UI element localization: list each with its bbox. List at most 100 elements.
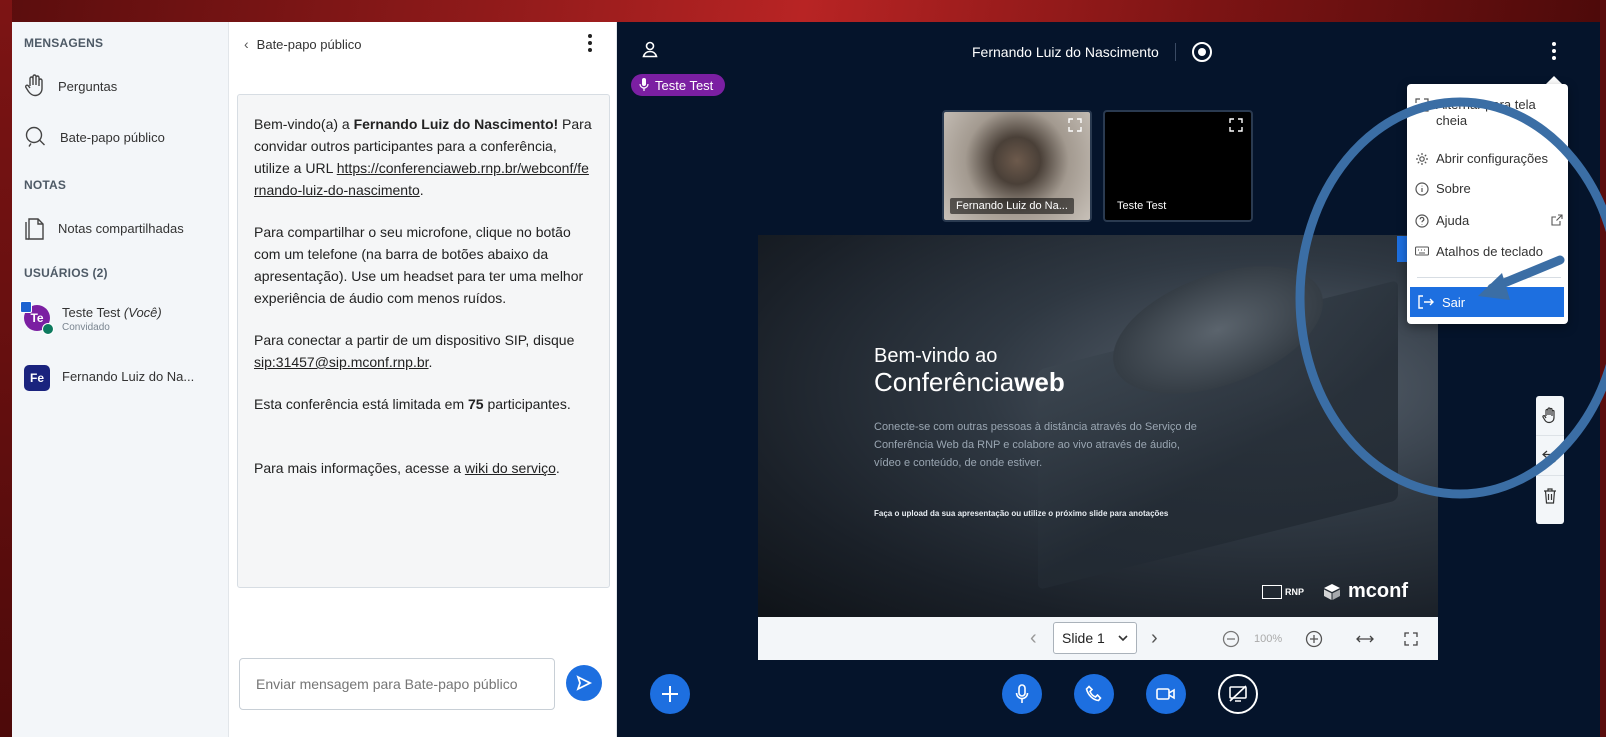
user-row-fernando[interactable]: Fe Fernando Luiz do Na...: [24, 365, 210, 391]
welcome-message: Bem-vindo(a) a Fernando Luiz do Nascimen…: [237, 94, 610, 588]
hand-tool-icon[interactable]: [1536, 396, 1564, 436]
sidebar-item-label: Notas compartilhadas: [58, 220, 184, 236]
video-tile-teste[interactable]: Teste Test: [1103, 110, 1253, 222]
user-row-teste[interactable]: Te Teste Test (Você) Convidado: [20, 301, 210, 335]
users-section-title: USUÁRIOS (2): [24, 266, 108, 280]
messages-section-title: MENSAGENS: [24, 36, 104, 50]
video-label: Teste Test: [1117, 200, 1167, 212]
microphone-icon: [1015, 684, 1029, 703]
user-name: Teste Test (Você): [62, 305, 162, 320]
fullscreen-icon: [1415, 98, 1429, 112]
background-right-edge: [1600, 0, 1606, 737]
welcome-p3: Para conectar a partir de um dispositivo…: [254, 332, 575, 370]
exit-icon: [1418, 295, 1434, 309]
chat-message-input[interactable]: [239, 658, 555, 710]
fit-width-icon[interactable]: [1356, 634, 1374, 644]
raised-hand-icon: [25, 74, 43, 97]
menu-divider: [1417, 277, 1561, 278]
camera-button[interactable]: [1146, 674, 1186, 714]
menu-item-settings[interactable]: Abrir configurações: [1415, 151, 1548, 167]
zoom-in-icon[interactable]: [1305, 630, 1323, 648]
expand-icon[interactable]: [1068, 118, 1082, 132]
mconf-logo: mconf: [1322, 580, 1408, 603]
background-left-edge: [0, 0, 12, 737]
screen-share-off-icon: [1229, 685, 1247, 702]
slide-logos: RNP mconf: [1261, 580, 1408, 603]
video-camera-icon: [1156, 688, 1175, 700]
slide-note-text: Faça o upload da sua apresentação ou uti…: [874, 509, 1169, 518]
welcome-p2: Para compartilhar o seu microfone, cliqu…: [254, 224, 584, 306]
menu-item-fullscreen[interactable]: Alternar para tela cheia: [1415, 97, 1555, 129]
avatar: Te: [20, 301, 54, 335]
recording-icon[interactable]: [1191, 42, 1212, 62]
gear-icon: [1416, 153, 1428, 165]
welcome-p5: Para mais informações, acesse a wiki do …: [254, 460, 560, 476]
microphone-button[interactable]: [1002, 674, 1042, 714]
expand-icon[interactable]: [1229, 118, 1243, 132]
slide-select[interactable]: Slide 1: [1053, 622, 1137, 654]
microphone-icon: [639, 78, 649, 91]
slide-heading: Bem-vindo ao: [874, 345, 998, 367]
external-link-icon: [1551, 214, 1563, 226]
chat-back-button[interactable]: ‹ Bate-papo público: [244, 36, 361, 52]
send-message-button[interactable]: [566, 665, 602, 701]
chat-bubble-icon: [25, 126, 45, 147]
menu-item-about[interactable]: Sobre: [1415, 181, 1471, 197]
sidebar-item-label: Perguntas: [58, 78, 118, 94]
chevron-left-icon: ‹: [244, 36, 249, 52]
video-label: Fernando Luiz do Na...: [950, 198, 1074, 214]
undo-icon[interactable]: [1536, 436, 1564, 476]
background-top-banner: [0, 0, 1606, 22]
user-list-toggle-icon[interactable]: [641, 40, 659, 58]
menu-item-sair[interactable]: Sair: [1410, 287, 1564, 317]
presentation-slide: Bem-vindo ao Conferênciaweb Conecte-se c…: [758, 235, 1438, 617]
chevron-down-icon: [1118, 635, 1128, 642]
plus-icon: [662, 686, 678, 702]
options-dropdown-menu: Alternar para tela cheia Abrir configura…: [1407, 84, 1568, 324]
talking-indicator: Teste Test: [631, 74, 726, 96]
slide-controls: ‹ Slide 1 › 100%: [758, 617, 1438, 660]
next-slide-button[interactable]: ›: [1151, 627, 1158, 650]
mic-status-icon: [42, 323, 54, 335]
info-icon: [1415, 182, 1429, 196]
zoom-out-icon[interactable]: [1222, 630, 1240, 648]
rnp-logo: RNP: [1261, 584, 1304, 599]
sidebar-item-label: Bate-papo público: [60, 129, 165, 145]
help-icon: [1415, 214, 1429, 228]
notes-section-title: NOTAS: [24, 178, 67, 192]
send-icon: [576, 675, 593, 691]
sidebar: MENSAGENS Perguntas Bate-papo público NO…: [12, 22, 229, 737]
keyboard-icon: [1415, 246, 1429, 256]
menu-highlight-strip: [1397, 236, 1407, 262]
fullscreen-slide-icon[interactable]: [1404, 631, 1418, 646]
screenshare-button[interactable]: [1218, 674, 1258, 714]
menu-item-shortcuts[interactable]: Atalhos de teclado: [1415, 244, 1543, 260]
phone-icon: [1085, 685, 1102, 702]
sidebar-item-notas[interactable]: Notas compartilhadas: [24, 215, 184, 241]
user-role: Convidado: [62, 322, 110, 333]
welcome-p1: Bem-vindo(a) a Fernando Luiz do Nascimen…: [254, 116, 592, 198]
meeting-title-bar: Fernando Luiz do Nascimento: [972, 42, 1212, 62]
sidebar-item-bate-papo[interactable]: Bate-papo público: [24, 125, 165, 149]
menu-item-help[interactable]: Ajuda: [1415, 213, 1563, 229]
trash-icon[interactable]: [1536, 476, 1564, 516]
notes-icon: [25, 218, 44, 240]
sidebar-item-perguntas[interactable]: Perguntas: [24, 74, 117, 98]
video-tile-fernando[interactable]: Fernando Luiz do Na...: [942, 110, 1092, 222]
sip-link[interactable]: sip:31457@sip.mconf.rnp.br: [254, 354, 429, 370]
welcome-p4: Esta conferência está limitada em 75 par…: [254, 396, 571, 412]
wiki-link[interactable]: wiki do serviço: [465, 460, 556, 476]
zoom-level: 100%: [1254, 632, 1283, 645]
avatar: Fe: [24, 365, 50, 391]
prev-slide-button[interactable]: ‹: [1030, 627, 1037, 650]
presenter-badge-icon: [20, 301, 32, 313]
slide-body-text: Conecte-se com outras pessoas à distânci…: [874, 421, 1197, 469]
chat-options-icon[interactable]: [588, 34, 594, 55]
phone-button[interactable]: [1074, 674, 1114, 714]
user-name: Fernando Luiz do Na...: [62, 369, 195, 384]
actions-plus-button[interactable]: [650, 674, 690, 714]
annotation-toolbar: [1536, 396, 1564, 524]
chat-panel: ‹ Bate-papo público Bem-vindo(a) a Ferna…: [229, 22, 617, 737]
meeting-title: Fernando Luiz do Nascimento: [972, 44, 1159, 60]
options-menu-icon[interactable]: [1552, 42, 1556, 63]
